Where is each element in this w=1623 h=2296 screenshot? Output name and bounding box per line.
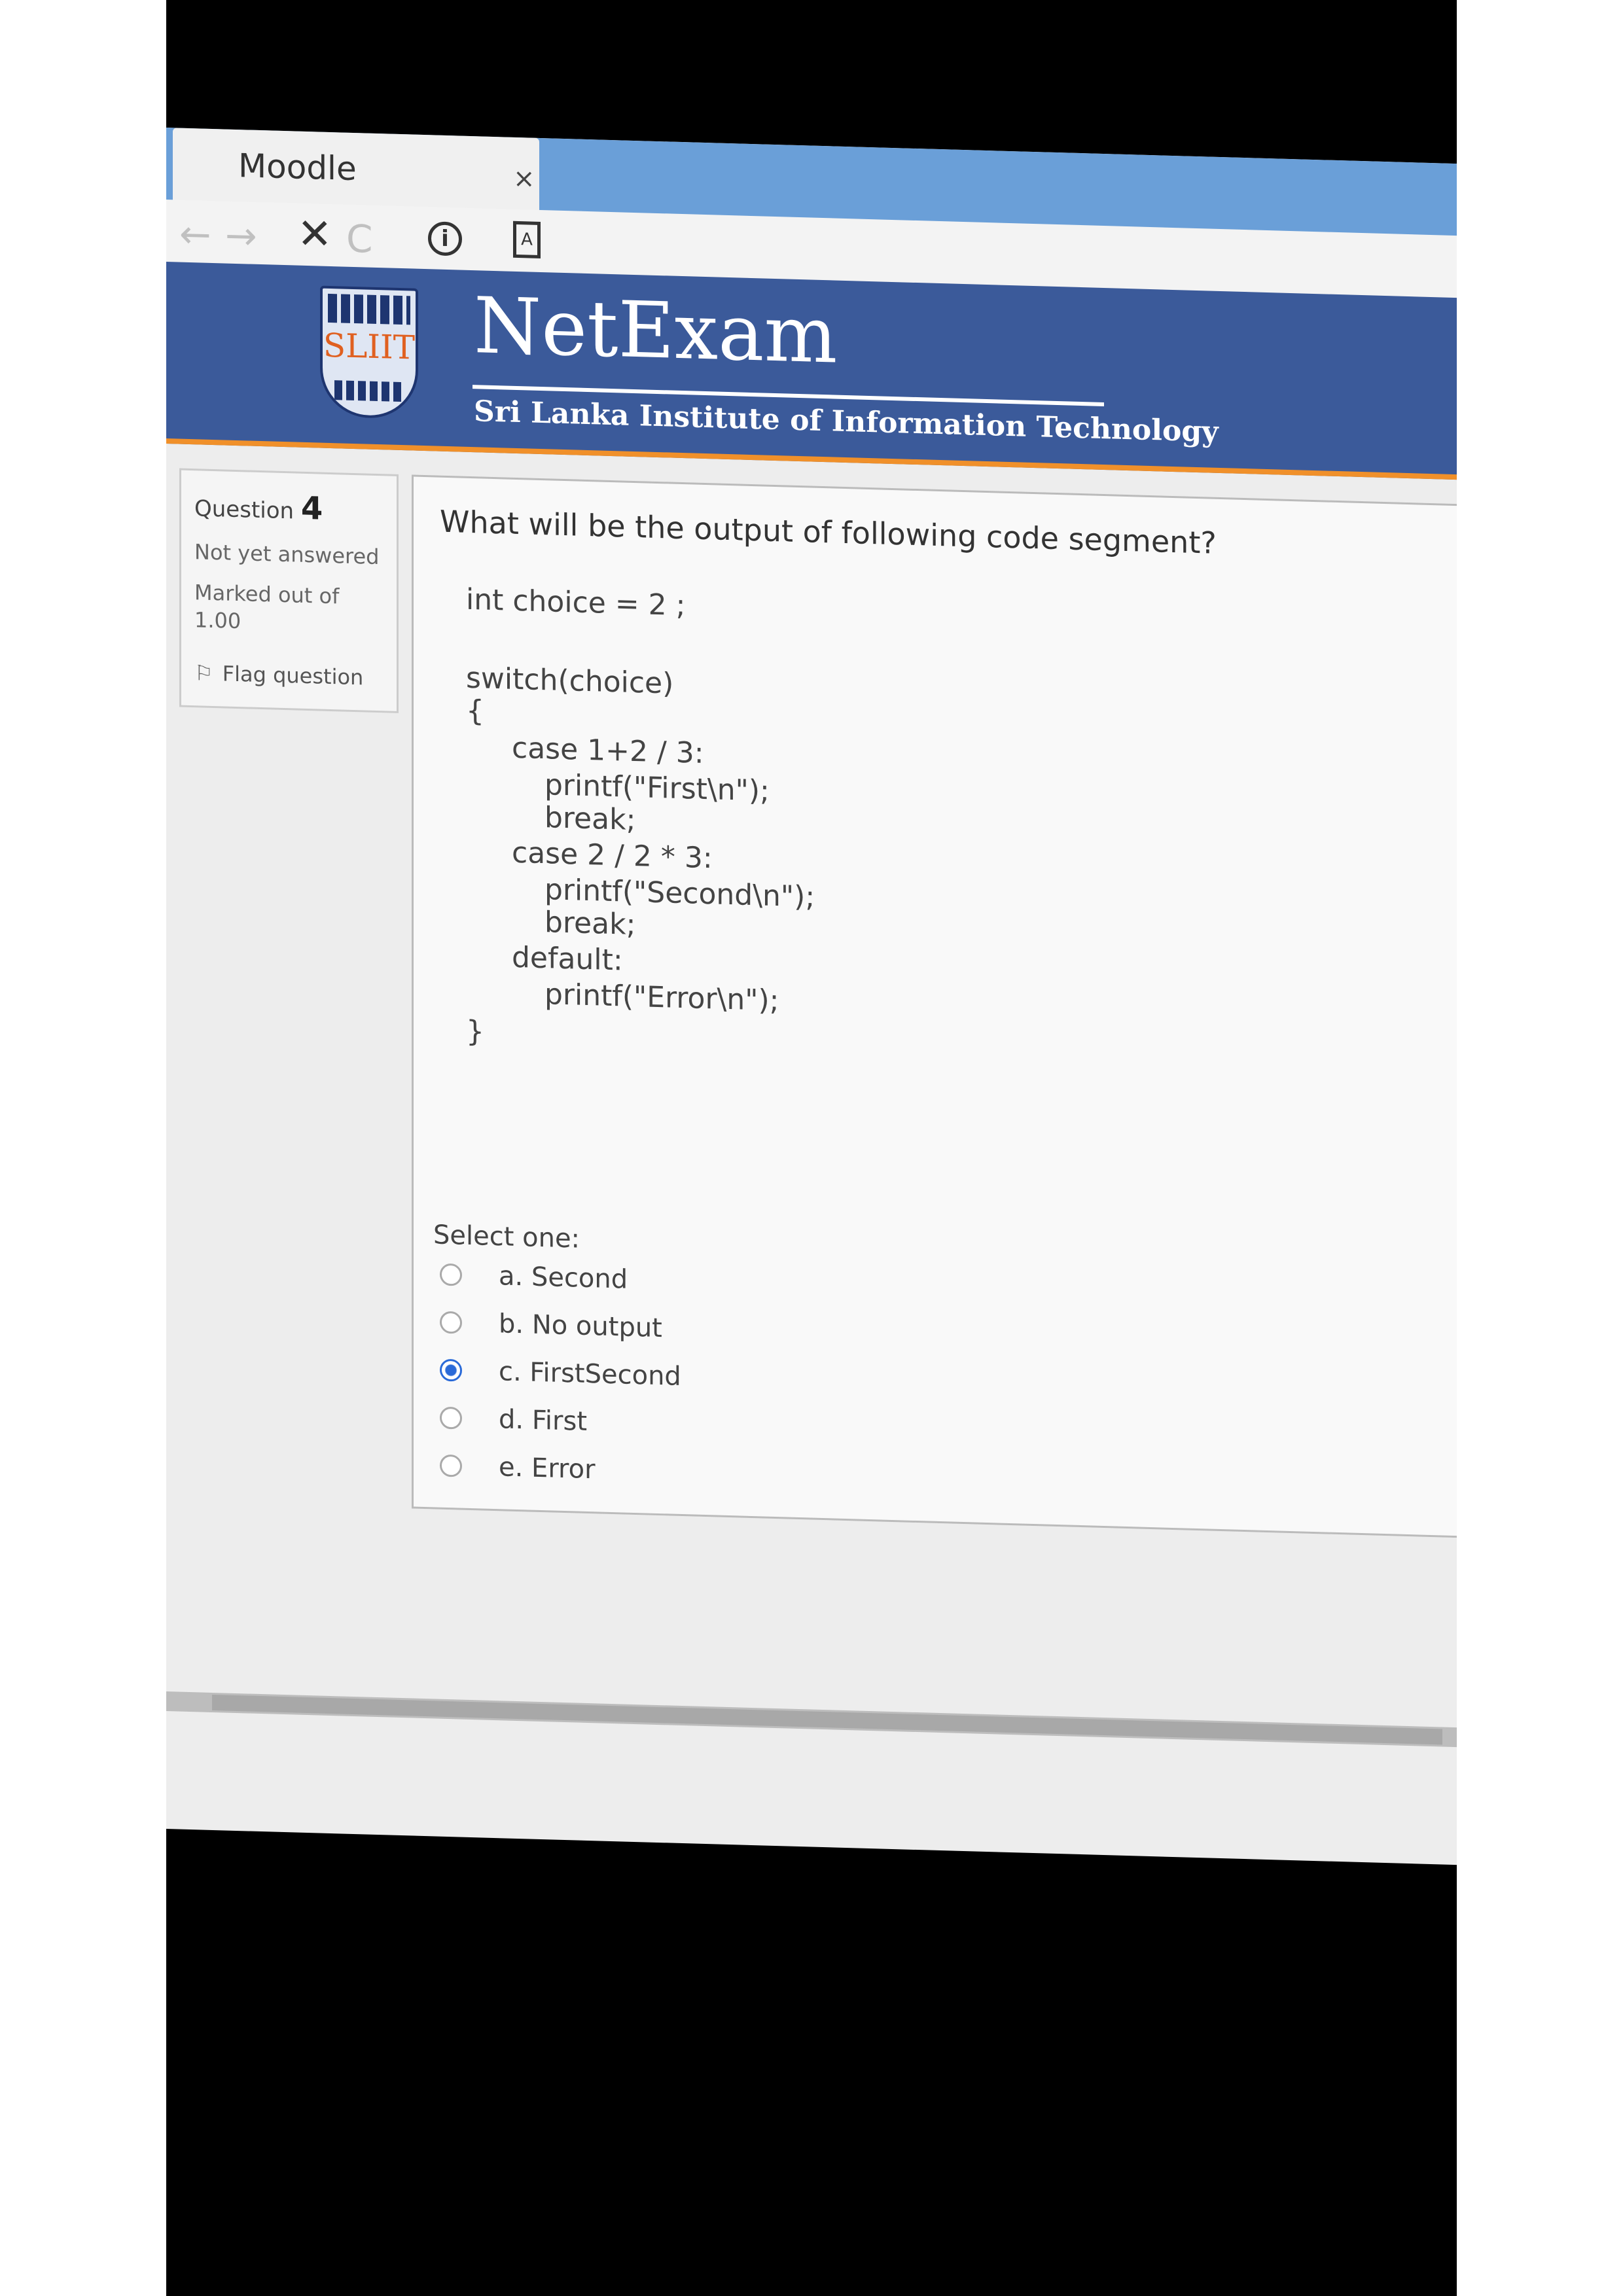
radio-button[interactable] — [440, 1454, 462, 1477]
browser-window: Moodle × ← → ✕ C i A SLIIT NetExam Sri L… — [166, 128, 1457, 1865]
tab-title: Moodle — [238, 147, 357, 188]
site-info-icon[interactable]: i — [428, 221, 462, 256]
question-info-box: Question 4 Not yet answered Marked out o… — [179, 468, 399, 713]
code-line: break; — [544, 801, 636, 838]
code-line: case 2 / 2 * 3: — [512, 836, 713, 875]
reload-icon[interactable]: C — [346, 217, 373, 262]
option-label[interactable]: e. Error — [499, 1452, 596, 1485]
brand-title: NetExam — [474, 280, 838, 381]
flag-question-link[interactable]: ⚐ Flag question — [194, 660, 363, 690]
logo-pattern-top — [328, 293, 410, 325]
option-label[interactable]: a. Second — [499, 1261, 628, 1295]
photo-frame: Moodle × ← → ✕ C i A SLIIT NetExam Sri L… — [166, 0, 1457, 2296]
flag-icon: ⚐ — [194, 660, 213, 686]
horizontal-scrollbar[interactable] — [166, 1691, 1457, 1748]
code-line: { — [466, 694, 484, 728]
radio-button-selected[interactable] — [440, 1358, 462, 1382]
option-label[interactable]: d. First — [499, 1404, 587, 1437]
code-line: int choice = 2 ; — [466, 582, 686, 623]
question-text: What will be the output of following cod… — [440, 503, 1217, 561]
code-line: default: — [512, 940, 623, 978]
question-number-row: Question 4 — [194, 487, 323, 527]
logo-pattern-bottom — [334, 380, 404, 402]
code-line: break; — [544, 906, 636, 942]
question-number: 4 — [300, 489, 323, 527]
stop-icon[interactable]: ✕ — [297, 210, 332, 259]
code-line: case 1+2 / 3: — [512, 731, 704, 770]
radio-button[interactable] — [440, 1406, 462, 1430]
close-tab-icon[interactable]: × — [513, 164, 535, 194]
question-label: Question — [194, 495, 294, 525]
code-line: } — [466, 1014, 484, 1049]
code-line: printf("Error\n"); — [544, 978, 779, 1018]
logo-text: SLIIT — [323, 326, 416, 367]
question-content: What will be the output of following cod… — [412, 474, 1457, 1539]
code-line: switch(choice) — [466, 661, 674, 701]
forward-arrow-icon[interactable]: → — [225, 213, 257, 258]
page-icon[interactable]: A — [513, 221, 541, 258]
option-label[interactable]: c. FirstSecond — [499, 1356, 681, 1392]
option-label[interactable]: b. No output — [499, 1309, 662, 1343]
scrollbar-thumb[interactable] — [212, 1694, 1442, 1745]
radio-button[interactable] — [440, 1263, 462, 1286]
question-mark: Marked out of 1.00 — [194, 580, 340, 634]
radio-button[interactable] — [440, 1311, 462, 1334]
site-header: SLIIT NetExam Sri Lanka Institute of Inf… — [166, 262, 1457, 480]
brand-subtitle: Sri Lanka Institute of Information Techn… — [474, 395, 1219, 449]
sliit-logo: SLIIT — [320, 285, 418, 419]
flag-question-label: Flag question — [222, 661, 364, 690]
question-state: Not yet answered — [194, 539, 380, 570]
back-arrow-icon[interactable]: ← — [179, 212, 211, 257]
select-one-label: Select one: — [433, 1220, 580, 1254]
